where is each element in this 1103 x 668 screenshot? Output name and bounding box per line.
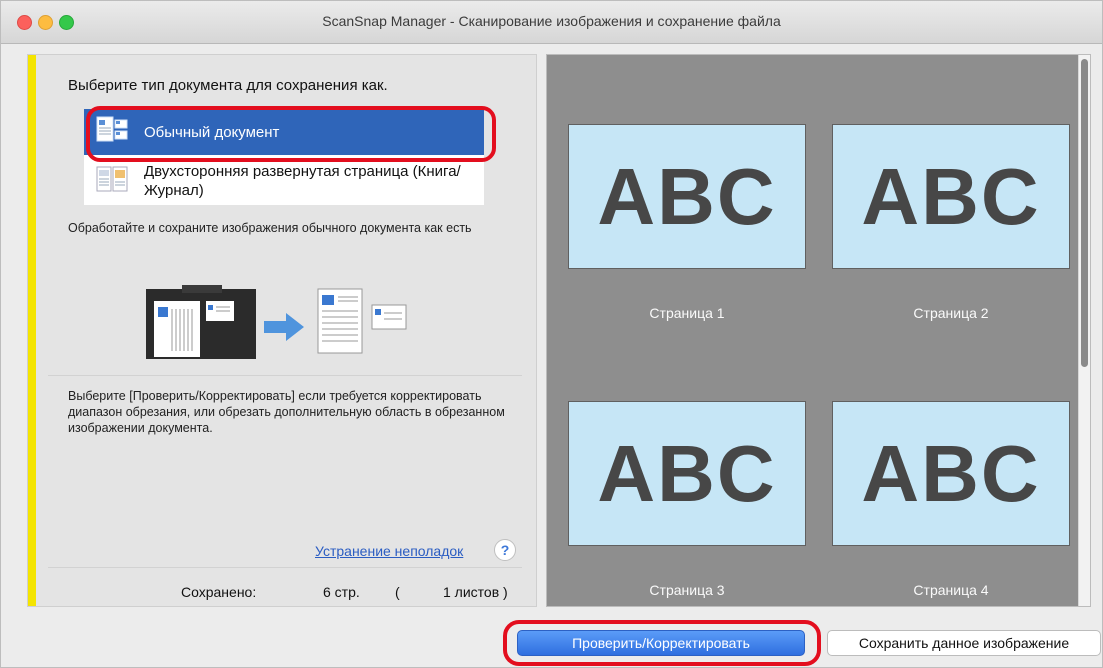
doc-type-description: Обработайте и сохраните изображения обыч… bbox=[68, 221, 472, 235]
help-button[interactable]: ? bbox=[494, 539, 516, 561]
page-thumbnail[interactable]: ABC bbox=[568, 124, 806, 269]
doc-type-book[interactable]: Двухсторонняя развернутая страница (Книг… bbox=[84, 157, 484, 203]
divider bbox=[48, 375, 522, 376]
check-correct-hint: Выберите [Проверить/Корректировать] если… bbox=[68, 389, 505, 435]
page-caption: Страница 2 bbox=[913, 305, 989, 321]
accent-bar bbox=[28, 55, 36, 606]
button-highlight-ring bbox=[503, 620, 821, 666]
preview-scrollbar[interactable] bbox=[1078, 55, 1090, 606]
doc-type-book-label: Двухсторонняя развернутая страница (Книг… bbox=[144, 163, 461, 199]
save-image-button[interactable]: Сохранить данное изображение bbox=[827, 630, 1101, 656]
window-title: ScanSnap Manager - Сканирование изображе… bbox=[322, 13, 781, 29]
scansnap-window: ScanSnap Manager - Сканирование изображе… bbox=[0, 0, 1103, 668]
book-spread-icon bbox=[96, 166, 128, 192]
page-caption: Страница 3 bbox=[649, 582, 725, 598]
page-thumbnail[interactable]: ABC bbox=[832, 124, 1070, 269]
saved-label: Сохранено: bbox=[181, 584, 257, 600]
troubleshooting-link[interactable]: Устранение неполадок bbox=[315, 543, 463, 559]
scrollbar-thumb[interactable] bbox=[1081, 59, 1088, 367]
page-thumbnail[interactable]: ABC bbox=[568, 401, 806, 546]
page-caption: Страница 4 bbox=[913, 582, 989, 598]
title-bar: ScanSnap Manager - Сканирование изображе… bbox=[1, 1, 1102, 44]
saved-sheets-count: 1 листов ) bbox=[443, 584, 508, 600]
selection-highlight-ring bbox=[86, 106, 496, 162]
page-thumbnail[interactable]: ABC bbox=[832, 401, 1070, 546]
doc-type-prompt: Выберите тип документа для сохранения ка… bbox=[68, 77, 388, 94]
saved-paren: ( bbox=[395, 584, 400, 600]
saved-pages-count: 6 стр. bbox=[323, 584, 360, 600]
page-preview-panel: ABC Страница 1 ABC Страница 2 ABC Страни… bbox=[546, 54, 1091, 607]
divider bbox=[48, 567, 522, 568]
scan-process-illustration bbox=[146, 285, 407, 359]
page-caption: Страница 1 bbox=[649, 305, 725, 321]
